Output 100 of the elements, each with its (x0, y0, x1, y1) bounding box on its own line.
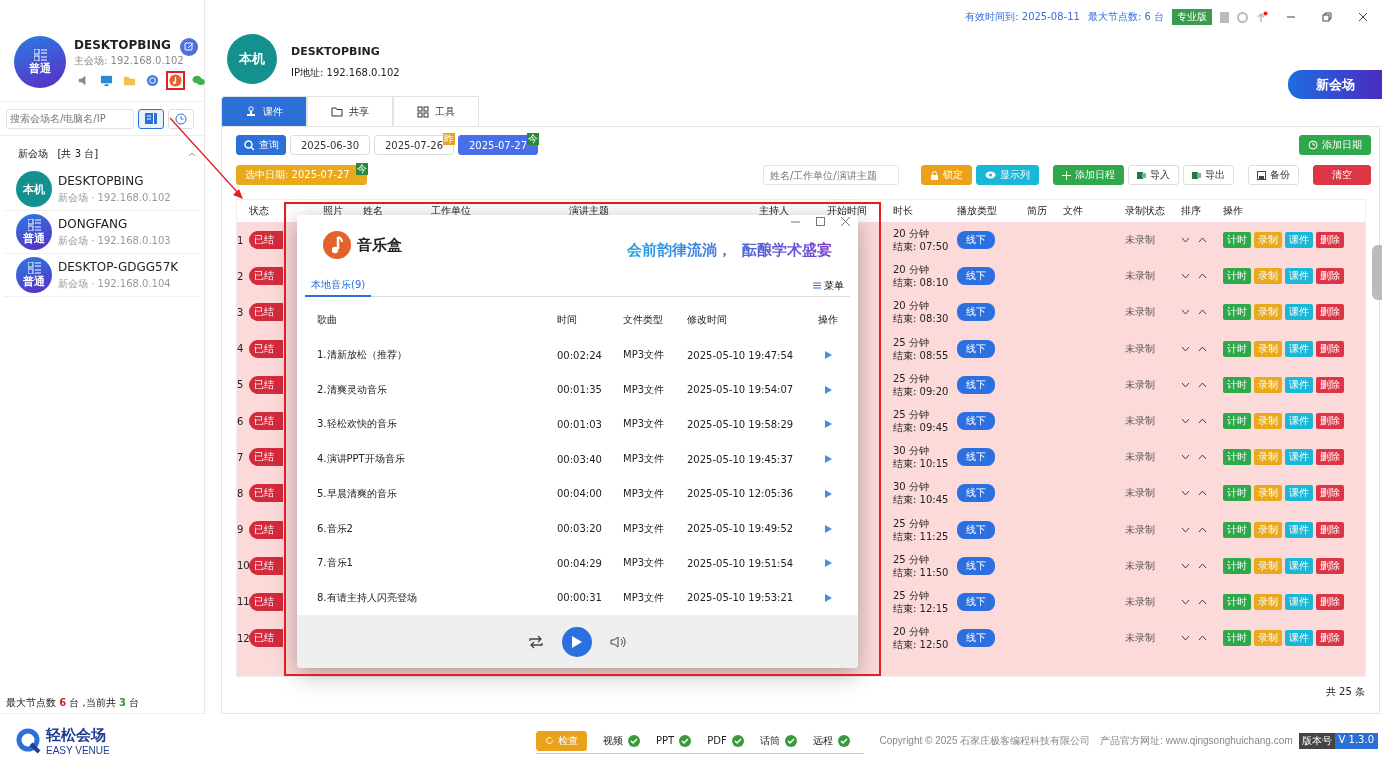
maximize-icon[interactable] (816, 217, 825, 226)
action-button[interactable]: 计时 (1223, 630, 1251, 647)
toolbar-button[interactable]: 备份 (1248, 165, 1299, 185)
action-button[interactable]: 课件 (1285, 413, 1313, 430)
edit-button[interactable] (180, 38, 198, 56)
action-button[interactable]: 课件 (1285, 593, 1313, 610)
play-icon[interactable] (825, 351, 832, 360)
action-button[interactable]: 计时 (1223, 449, 1251, 466)
action-button[interactable]: 删除 (1316, 413, 1344, 430)
up-icon[interactable] (1198, 490, 1207, 497)
play-icon[interactable] (825, 593, 832, 602)
up-icon[interactable] (1198, 345, 1207, 352)
venue-item[interactable]: 普通 DONGFANG 新会场 · 192.168.0.103 (4, 211, 200, 254)
action-button[interactable]: 录制 (1254, 485, 1282, 502)
action-button[interactable]: 计时 (1223, 557, 1251, 574)
play-icon[interactable] (825, 489, 832, 498)
toolbar-button[interactable]: 导出 (1183, 165, 1234, 185)
action-button[interactable]: 课件 (1285, 340, 1313, 357)
up-icon[interactable] (1198, 635, 1207, 642)
play-icon[interactable] (825, 385, 832, 394)
action-button[interactable]: 计时 (1223, 413, 1251, 430)
play-icon[interactable] (825, 455, 832, 464)
action-button[interactable]: 计时 (1223, 232, 1251, 249)
add-date-button[interactable]: 添加日期 (1299, 135, 1371, 155)
play-icon[interactable] (825, 559, 832, 568)
action-button[interactable]: 删除 (1316, 593, 1344, 610)
play-icon[interactable] (825, 420, 832, 429)
up-icon[interactable] (1198, 237, 1207, 244)
down-icon[interactable] (1181, 237, 1190, 244)
action-button[interactable]: 删除 (1316, 557, 1344, 574)
venue-item[interactable]: 普通 DESKTOP-GDGG57K 新会场 · 192.168.0.104 (4, 254, 200, 297)
list-view-button[interactable] (138, 108, 164, 129)
down-icon[interactable] (1181, 309, 1190, 316)
action-button[interactable]: 录制 (1254, 449, 1282, 466)
down-icon[interactable] (1181, 598, 1190, 605)
action-button[interactable]: 删除 (1316, 449, 1344, 466)
new-venue-button[interactable]: 新会场 (1288, 70, 1382, 99)
action-button[interactable]: 课件 (1285, 630, 1313, 647)
tab[interactable]: 本地音乐(9) (305, 274, 372, 297)
action-button[interactable]: 录制 (1254, 376, 1282, 393)
restore-icon[interactable] (1322, 12, 1332, 22)
play-button[interactable] (562, 626, 592, 657)
action-button[interactable]: 删除 (1316, 376, 1344, 393)
down-icon[interactable] (1181, 345, 1190, 352)
search-field[interactable]: 搜索会场名/电脑名/IP (6, 108, 134, 129)
action-button[interactable]: 计时 (1223, 485, 1251, 502)
action-button[interactable]: 计时 (1223, 304, 1251, 321)
action-button[interactable]: 计时 (1223, 521, 1251, 538)
action-button[interactable]: 计时 (1223, 340, 1251, 357)
action-button[interactable]: 删除 (1316, 485, 1344, 502)
up-icon[interactable] (1198, 598, 1207, 605)
query-button[interactable]: 查询 (236, 135, 286, 155)
action-button[interactable]: 录制 (1254, 557, 1282, 574)
upload-icon[interactable] (1256, 11, 1268, 23)
action-button[interactable]: 录制 (1254, 630, 1282, 647)
down-icon[interactable] (1181, 381, 1190, 388)
up-icon[interactable] (1198, 381, 1207, 388)
toolbar-button[interactable]: 锁定 (921, 165, 972, 185)
action-button[interactable]: 课件 (1285, 268, 1313, 285)
action-button[interactable]: 录制 (1254, 232, 1282, 249)
up-icon[interactable] (1198, 454, 1207, 461)
action-button[interactable]: 计时 (1223, 593, 1251, 610)
action-button[interactable]: 录制 (1254, 521, 1282, 538)
down-icon[interactable] (1181, 418, 1190, 425)
action-button[interactable]: 课件 (1285, 304, 1313, 321)
up-icon[interactable] (1198, 273, 1207, 280)
action-button[interactable]: 删除 (1316, 340, 1344, 357)
tab[interactable]: 课件 (221, 96, 307, 126)
action-button[interactable]: 计时 (1223, 268, 1251, 285)
action-button[interactable]: 课件 (1285, 449, 1313, 466)
down-icon[interactable] (1181, 635, 1190, 642)
toolbar-button[interactable]: 清空 (1313, 165, 1371, 185)
music-icon[interactable] (166, 71, 185, 90)
toolbar-button[interactable]: 导入 (1128, 165, 1179, 185)
play-icon[interactable] (825, 524, 832, 533)
date-chip[interactable]: 2025-07-26昨 (374, 135, 454, 155)
action-button[interactable]: 删除 (1316, 521, 1344, 538)
down-icon[interactable] (1181, 490, 1190, 497)
action-button[interactable]: 课件 (1285, 521, 1313, 538)
up-icon[interactable] (1198, 526, 1207, 533)
up-icon[interactable] (1198, 309, 1207, 316)
check-button[interactable]: 检查 (536, 730, 587, 751)
venue-item[interactable]: 本机 DESKTOPBING 新会场 · 192.168.0.102 (4, 168, 200, 211)
caret-icon[interactable] (188, 151, 196, 157)
date-chip[interactable]: 2025-07-27今 (458, 135, 538, 155)
action-button[interactable]: 录制 (1254, 304, 1282, 321)
down-icon[interactable] (1181, 273, 1190, 280)
search-field[interactable]: 姓名/工作单位/演讲主题 (763, 165, 899, 185)
action-button[interactable]: 删除 (1316, 232, 1344, 249)
down-icon[interactable] (1181, 454, 1190, 461)
action-button[interactable]: 课件 (1285, 376, 1313, 393)
close-icon[interactable] (841, 217, 850, 226)
selected-date-tag[interactable]: 选中日期: 2025-07-27 今 (236, 165, 367, 185)
action-button[interactable]: 删除 (1316, 268, 1344, 285)
history-button[interactable] (168, 108, 194, 129)
side-handle[interactable] (1372, 245, 1382, 300)
action-button[interactable]: 录制 (1254, 268, 1282, 285)
down-icon[interactable] (1181, 526, 1190, 533)
up-icon[interactable] (1198, 418, 1207, 425)
menu-button[interactable]: 菜单 (807, 277, 850, 294)
